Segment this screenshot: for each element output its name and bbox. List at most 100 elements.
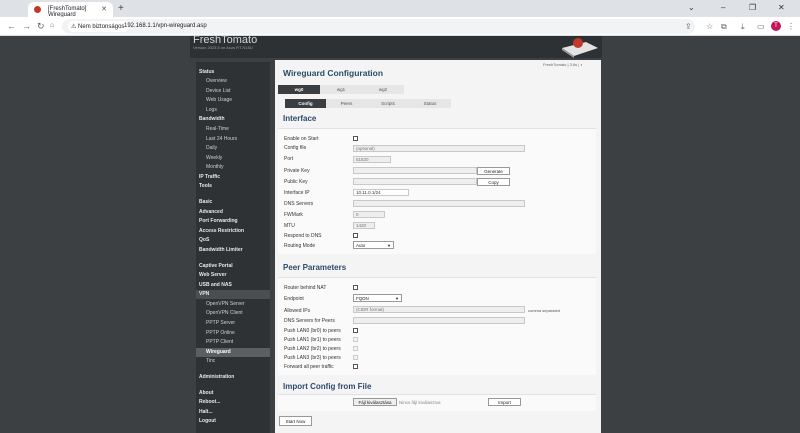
sidebar-item-monthly[interactable]: Monthly: [206, 163, 224, 172]
subtab-peers[interactable]: Peers: [326, 99, 367, 108]
subtab-config[interactable]: Config: [285, 99, 326, 108]
restore-icon[interactable]: ❐: [749, 3, 756, 12]
routing-mode-select[interactable]: Auto ▼: [353, 241, 394, 249]
tab-wg2[interactable]: wg2: [362, 85, 404, 94]
sidebar-item-pptp-online[interactable]: PPTP Online: [206, 329, 235, 338]
mtu-input[interactable]: 1420: [353, 222, 375, 229]
page-title: Wireguard Configuration: [283, 68, 384, 78]
lan2-checkbox[interactable]: [353, 346, 358, 351]
dns-servers-input[interactable]: [353, 200, 525, 207]
dns-peers-input[interactable]: [353, 317, 525, 324]
share-icon[interactable]: ⇪: [685, 22, 692, 31]
start-now-button[interactable]: Start Now: [279, 416, 312, 426]
sidebar-basic[interactable]: Basic: [199, 198, 212, 207]
sidebar-status[interactable]: Status: [199, 68, 214, 77]
sidebar-item-pptp-server[interactable]: PPTP Server: [206, 319, 235, 328]
sidebar-halt[interactable]: Halt...: [199, 408, 213, 417]
sidebar-vpn[interactable]: VPN: [199, 290, 209, 299]
bookmark-star-icon[interactable]: ☆: [706, 22, 713, 31]
sidebar-item-pptp-client[interactable]: PPTP Client: [206, 338, 233, 347]
private-key-input[interactable]: [353, 167, 477, 174]
sidepanel-icon[interactable]: ▭: [757, 22, 765, 31]
profile-avatar[interactable]: T: [771, 21, 781, 31]
lan1-checkbox[interactable]: [353, 337, 358, 342]
forward-all-label: Forward all peer traffic: [284, 364, 334, 370]
security-indicator[interactable]: ⚠ Nem biztonságos: [68, 21, 130, 32]
forward-all-checkbox[interactable]: [353, 364, 358, 369]
port-input[interactable]: 51820: [353, 156, 391, 163]
copy-button[interactable]: Copy: [477, 178, 510, 186]
sidebar-bandwidth-limiter[interactable]: Bandwidth Limiter: [199, 246, 243, 255]
sidebar-logout[interactable]: Logout: [199, 417, 216, 426]
config-file-label: Config file: [284, 145, 307, 151]
sidebar-item-device-list[interactable]: Device List: [206, 87, 230, 96]
public-key-input[interactable]: [353, 178, 477, 185]
close-tab-icon[interactable]: ✕: [101, 5, 107, 13]
tab-wg0[interactable]: wg0: [278, 85, 320, 94]
sidebar-access-restriction[interactable]: Access Restriction: [199, 227, 244, 236]
config-file-input[interactable]: (optional): [353, 145, 525, 152]
respond-dns-checkbox[interactable]: [353, 233, 358, 238]
generate-button[interactable]: Generate: [477, 167, 510, 175]
sidebar-web-server[interactable]: Web Server: [199, 271, 226, 280]
fwmark-input[interactable]: 0: [353, 211, 385, 218]
tab-wg1[interactable]: wg1: [320, 85, 362, 94]
sidebar-item-wireguard[interactable]: Wireguard: [206, 348, 231, 357]
minimize-icon[interactable]: –: [721, 3, 725, 12]
subtab-scripts[interactable]: Scripts: [367, 99, 409, 108]
import-button[interactable]: Import: [488, 398, 521, 406]
reload-icon[interactable]: ↻: [37, 21, 45, 32]
sidebar-usb-nas[interactable]: USB and NAS: [199, 281, 232, 290]
back-icon[interactable]: ←: [7, 21, 16, 31]
sidebar-advanced[interactable]: Advanced: [199, 208, 223, 217]
interface-ip-input[interactable]: 10.11.0.1/24: [353, 189, 409, 196]
sidebar-item-tinc[interactable]: Tinc: [206, 357, 215, 366]
sidebar-item-logs[interactable]: Logs: [206, 106, 217, 115]
menu-icon[interactable]: ⋮: [787, 22, 795, 31]
sidebar-item-weekly[interactable]: Weekly: [206, 154, 222, 163]
extensions-icon[interactable]: ⧉: [721, 22, 727, 32]
home-icon[interactable]: ⌂: [50, 22, 54, 29]
sidebar-port-forwarding[interactable]: Port Forwarding: [199, 217, 238, 226]
fwmark-label: FWMark: [284, 212, 303, 218]
sidebar-item-overview[interactable]: Overview: [206, 77, 227, 86]
lan0-checkbox[interactable]: [353, 328, 358, 333]
lan1-label: Push LAN1 (br1) to peers: [284, 337, 341, 343]
sidebar-reboot[interactable]: Reboot...: [199, 398, 220, 407]
browser-tab[interactable]: [FreshTomato] Wireguard ✕: [28, 2, 113, 18]
forward-icon[interactable]: →: [22, 21, 31, 31]
sidebar-item-openvpn-server[interactable]: OpenVPN Server: [206, 300, 245, 309]
router-image-icon: [562, 38, 598, 58]
sidebar-about[interactable]: About: [199, 389, 213, 398]
sidebar-tools[interactable]: Tools: [199, 182, 212, 191]
sidebar-item-web-usage[interactable]: Web Usage: [206, 96, 232, 105]
comma-separated-note: comma separated: [528, 308, 561, 313]
dns-peers-label: DNS Servers for Peers: [284, 318, 335, 324]
sidebar-qos[interactable]: QoS: [199, 236, 209, 245]
sidebar-ip-traffic[interactable]: IP Traffic: [199, 173, 220, 182]
new-tab-icon[interactable]: +: [118, 3, 124, 14]
choose-file-button[interactable]: Fájl kiválasztása: [353, 398, 397, 406]
address-bar[interactable]: ⚠ Nem biztonságos 192.168.1.1/vpn-wiregu…: [62, 19, 695, 34]
endpoint-select[interactable]: FQDN ▼: [353, 294, 402, 302]
chevron-down-icon: ▼: [395, 296, 399, 301]
peer-heading: Peer Parameters: [283, 263, 347, 272]
download-icon[interactable]: ⤓: [741, 22, 745, 32]
import-heading: Import Config from File: [283, 382, 372, 391]
security-label: Nem biztonságos: [78, 24, 125, 30]
enable-on-start-checkbox[interactable]: [353, 136, 358, 141]
subtab-status[interactable]: Status: [409, 99, 451, 108]
lan3-checkbox[interactable]: [353, 355, 358, 360]
sidebar-captive-portal[interactable]: Captive Portal: [199, 262, 233, 271]
sidebar-item-last24[interactable]: Last 24 Hours: [206, 135, 237, 144]
allowed-ips-input[interactable]: (CIDR format): [353, 306, 525, 313]
sidebar-administration[interactable]: Administration: [199, 373, 234, 382]
sidebar-item-realtime[interactable]: Real-Time: [206, 125, 229, 134]
tab-search-icon[interactable]: ⌄: [688, 3, 695, 12]
sidebar-item-openvpn-client[interactable]: OpenVPN Client: [206, 309, 243, 318]
router-nat-checkbox[interactable]: [353, 285, 358, 290]
sidebar-bandwidth[interactable]: Bandwidth: [199, 115, 225, 124]
close-window-icon[interactable]: ✕: [778, 3, 785, 12]
brand-logo: FreshTomato: [193, 34, 258, 46]
sidebar-item-daily[interactable]: Daily: [206, 144, 217, 153]
